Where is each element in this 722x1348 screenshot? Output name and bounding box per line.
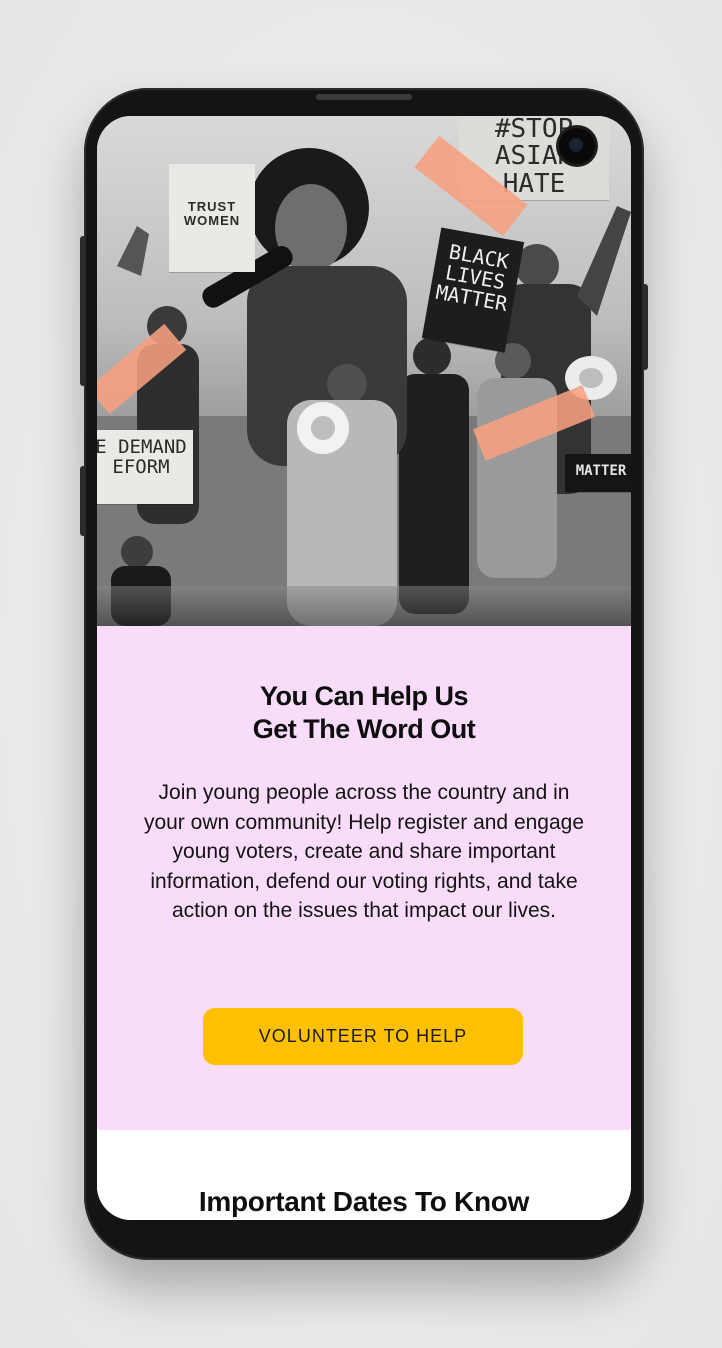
section-body: Join young people across the country and… [143, 781, 585, 922]
dates-title: Important Dates To Know [198, 1186, 530, 1217]
volunteer-section: You Can Help Us Get The Word Out Join yo… [97, 626, 631, 1130]
phone-frame: TRUST WOMEN #STOP ASIAN HATE BLACK LIVES… [80, 88, 648, 1260]
sign-trust-women: TRUST WOMEN [169, 164, 255, 272]
mockup-stage: TRUST WOMEN #STOP ASIAN HATE BLACK LIVES… [0, 0, 722, 1348]
dates-section: Important Dates To Know [97, 1130, 631, 1220]
volunteer-button[interactable]: VOLUNTEER TO HELP [203, 1008, 523, 1065]
volume-button [80, 236, 86, 386]
hero-collage-image: TRUST WOMEN #STOP ASIAN HATE BLACK LIVES… [97, 116, 631, 626]
earpiece-speaker [316, 94, 412, 100]
power-button [642, 284, 648, 370]
section-title: You Can Help Us Get The Word Out [252, 681, 476, 744]
bixby-button [80, 466, 86, 536]
phone-screen[interactable]: TRUST WOMEN #STOP ASIAN HATE BLACK LIVES… [97, 116, 631, 1220]
front-camera [559, 128, 595, 164]
sign-matter: MATTER [565, 454, 631, 492]
sign-we-demand-reform: E DEMAND EFORM [97, 430, 193, 504]
